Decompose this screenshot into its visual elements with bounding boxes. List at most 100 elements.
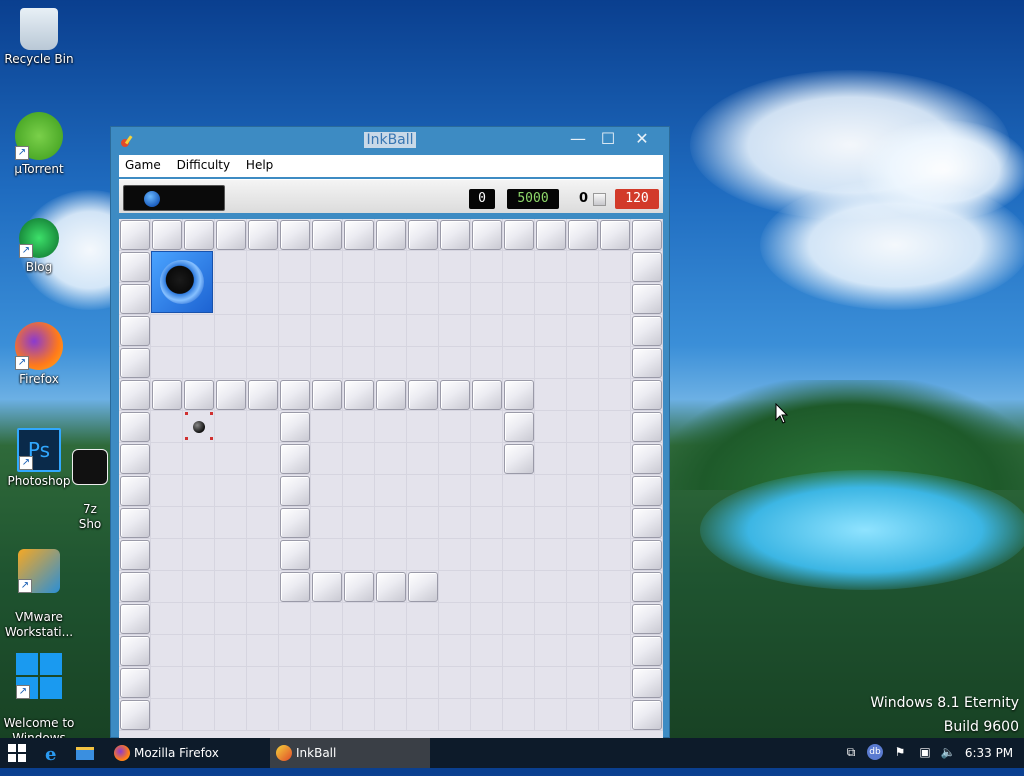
network-status-icon[interactable]: ▣	[917, 744, 933, 760]
board-cell	[567, 251, 599, 283]
board-cell	[599, 635, 631, 667]
board-cell	[599, 379, 631, 411]
board-cell	[535, 635, 567, 667]
balls-count: 0	[579, 191, 589, 206]
desktop-icon-recycle-bin[interactable]: Recycle Bin	[1, 8, 77, 67]
volume-muted-icon[interactable]: 🔈	[940, 744, 956, 760]
wall-block	[120, 284, 150, 314]
board-cell	[471, 507, 503, 539]
board-cell	[503, 315, 535, 347]
board-cell	[183, 347, 215, 379]
wall-block	[632, 604, 662, 634]
wall-block	[632, 700, 662, 730]
taskbar: e Mozilla Firefox InkBall ⧉ db ⚑ ▣ 🔈 6:3…	[0, 738, 1024, 768]
menu-difficulty[interactable]: Difficulty	[171, 155, 237, 175]
board-cell	[311, 539, 343, 571]
close-button[interactable]: ✕	[627, 129, 657, 151]
window-titlebar[interactable]: InkBall — ☐ ✕	[111, 127, 669, 155]
board-cell	[535, 667, 567, 699]
hole-ring	[160, 260, 204, 304]
board-cell	[599, 539, 631, 571]
start-button[interactable]	[8, 744, 26, 762]
menu-help[interactable]: Help	[240, 155, 279, 175]
board-cell	[439, 635, 471, 667]
wall-block	[312, 572, 342, 602]
board-cell	[471, 283, 503, 315]
board-cell	[215, 603, 247, 635]
board-cell	[439, 283, 471, 315]
board-cell	[503, 475, 535, 507]
next-ball-icon	[144, 191, 160, 207]
board-cell	[215, 571, 247, 603]
wall-block	[632, 252, 662, 282]
board-cell	[247, 571, 279, 603]
board-cell	[375, 475, 407, 507]
board-cell	[407, 667, 439, 699]
flag-icon[interactable]: ⚑	[892, 744, 908, 760]
wall-block	[312, 220, 342, 250]
wall-block	[632, 540, 662, 570]
wall-block	[312, 380, 342, 410]
board-cell	[439, 667, 471, 699]
taskbar-clock[interactable]: 6:33 PM	[960, 738, 1018, 768]
board-cell	[535, 443, 567, 475]
board-cell	[343, 635, 375, 667]
browser-tray-icon[interactable]: db	[867, 744, 883, 760]
board-cell	[471, 251, 503, 283]
wall-block	[376, 380, 406, 410]
next-ball-indicator	[123, 185, 225, 211]
board-cell	[535, 315, 567, 347]
board-cell	[567, 667, 599, 699]
wallpaper-lake	[700, 470, 1024, 590]
desktop-icon-firefox[interactable]: ↗ Firefox	[1, 322, 77, 387]
board-cell	[183, 603, 215, 635]
time-remaining-display: 120	[615, 189, 659, 209]
mouse-cursor-icon	[775, 403, 789, 424]
wall-block	[600, 220, 630, 250]
minimize-button[interactable]: —	[563, 129, 593, 151]
board-cell	[407, 443, 439, 475]
wall-block	[632, 220, 662, 250]
board-cell	[247, 443, 279, 475]
game-board[interactable]	[119, 219, 663, 739]
board-cell	[439, 411, 471, 443]
board-cell	[247, 539, 279, 571]
blog-icon: ↗	[19, 218, 59, 258]
board-cell	[503, 283, 535, 315]
taskbar-item-firefox[interactable]: Mozilla Firefox	[108, 738, 268, 768]
file-explorer-icon[interactable]	[74, 742, 96, 764]
menu-bar: Game Difficulty Help	[119, 155, 663, 177]
board-cell	[567, 603, 599, 635]
menu-game[interactable]: Game	[119, 155, 167, 175]
wall-block	[152, 380, 182, 410]
board-cell	[567, 347, 599, 379]
wallpaper-cloud	[860, 120, 1024, 220]
board-cell	[375, 539, 407, 571]
wall-block	[280, 508, 310, 538]
desktop-icon-label: Recycle Bin	[4, 52, 74, 66]
wall-block	[120, 508, 150, 538]
taskbar-item-inkball[interactable]: InkBall	[270, 738, 430, 768]
wall-block	[632, 284, 662, 314]
board-cell	[599, 347, 631, 379]
internet-explorer-icon[interactable]: e	[42, 742, 64, 765]
desktop-icon-blog[interactable]: ↗ Blog	[1, 218, 77, 275]
board-cell	[599, 571, 631, 603]
network-tray-icon[interactable]: ⧉	[843, 744, 859, 760]
board-cell	[311, 315, 343, 347]
board-cell	[343, 347, 375, 379]
desktop-icon-utorrent[interactable]: ↗ µTorrent	[1, 112, 77, 177]
board-cell	[599, 475, 631, 507]
block-indicator-icon	[593, 193, 606, 206]
desktop-icon-photoshop[interactable]: Ps ↗ Photoshop	[1, 428, 77, 489]
board-cell	[343, 443, 375, 475]
board-cell	[407, 507, 439, 539]
wall-block	[120, 668, 150, 698]
board-cell	[439, 571, 471, 603]
maximize-button[interactable]: ☐	[593, 129, 623, 151]
desktop-icon-7zip[interactable]: 7z Sho	[70, 434, 110, 547]
board-cell	[503, 635, 535, 667]
desktop-icon-vmware[interactable]: ↗ VMware Workstati...	[1, 534, 77, 655]
board-cell	[535, 347, 567, 379]
board-cell	[503, 603, 535, 635]
